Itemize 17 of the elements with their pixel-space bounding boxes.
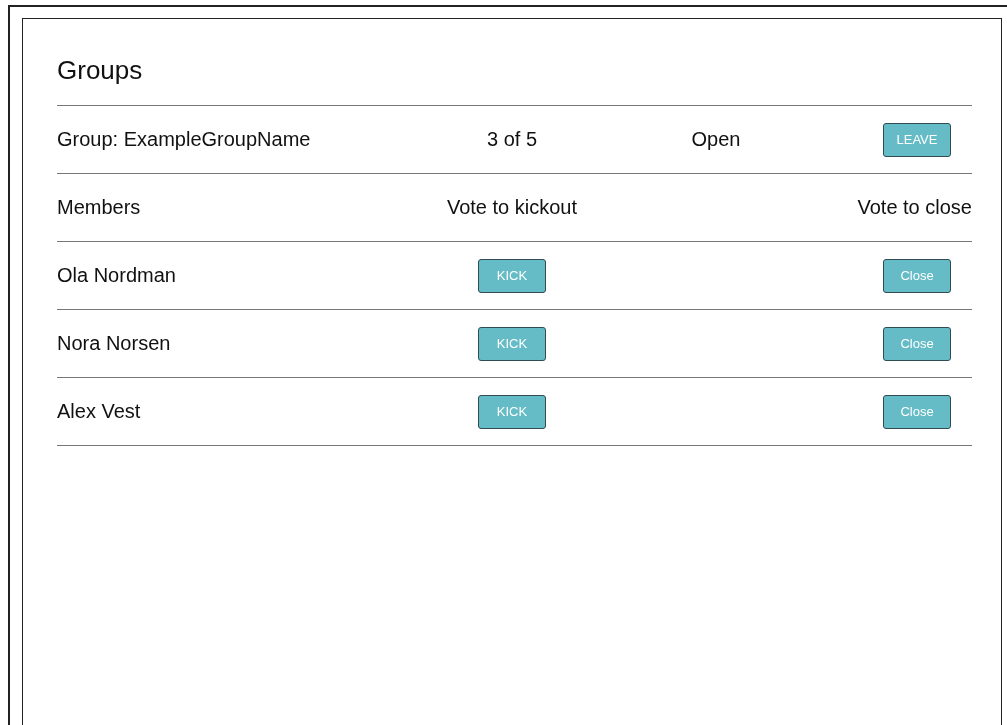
leave-button[interactable]: LEAVE <box>883 122 951 157</box>
kick-button[interactable]: KICK <box>478 258 546 293</box>
column-header: Vote to close <box>857 196 972 219</box>
column-header: Vote to kickout <box>446 196 578 219</box>
member-name: Alex Vest <box>57 400 141 423</box>
close-button[interactable]: Close <box>883 394 951 429</box>
kick-button[interactable]: KICK <box>478 394 546 429</box>
column-header: Members <box>57 196 141 219</box>
page-title: Groups <box>57 45 972 106</box>
group-status: Open <box>691 128 741 151</box>
member-name: Ola Nordman <box>57 264 176 287</box>
group-name: Group: ExampleGroupName <box>57 128 311 151</box>
member-count: 3 of 5 <box>486 128 537 151</box>
close-button[interactable]: Close <box>883 258 951 293</box>
member-name: Nora Norsen <box>57 332 171 355</box>
close-button[interactable]: Close <box>883 326 951 361</box>
kick-button[interactable]: KICK <box>478 326 546 361</box>
